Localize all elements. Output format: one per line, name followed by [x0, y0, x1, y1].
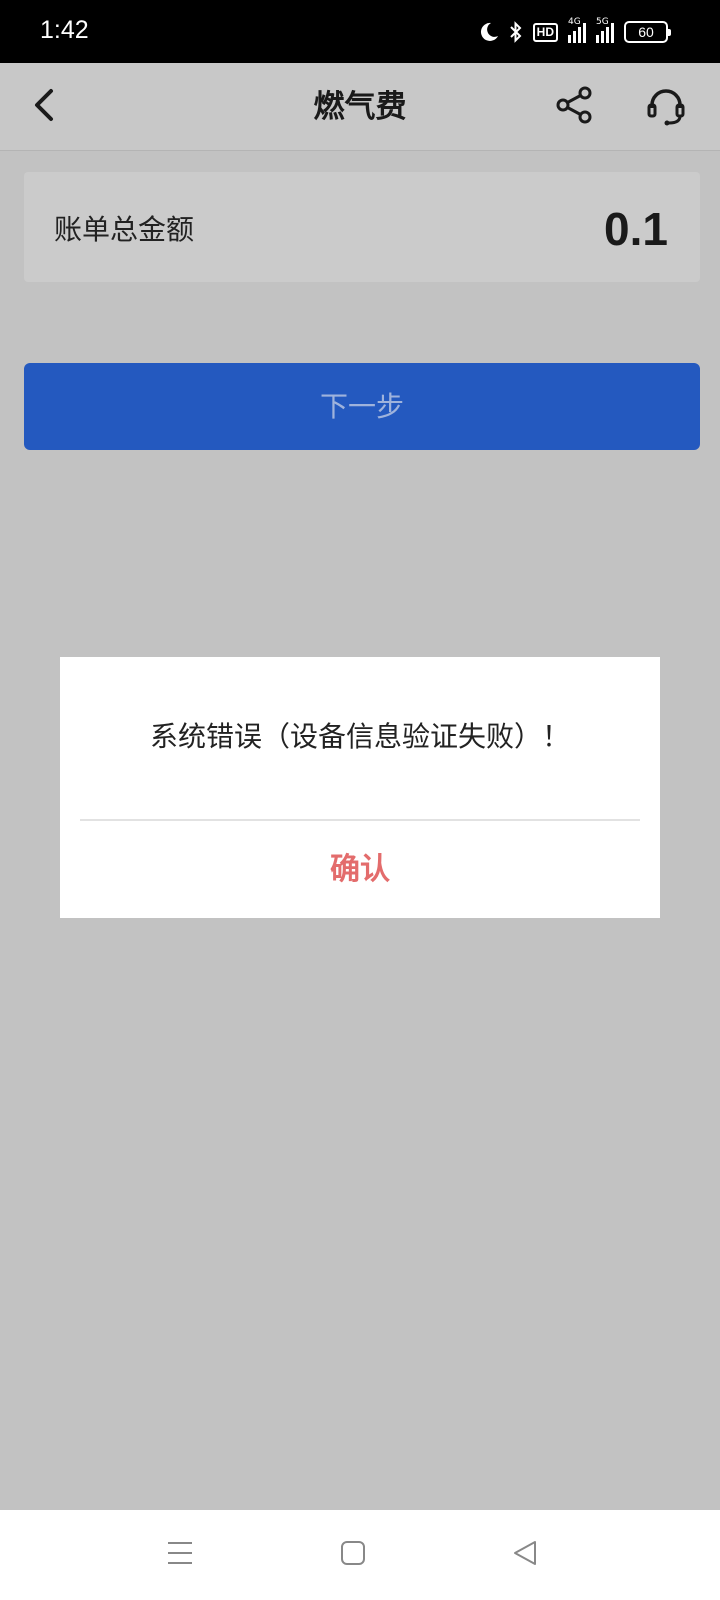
bill-total-card: 账单总金额 0.1 — [24, 172, 700, 282]
share-icon — [555, 85, 595, 129]
customer-service-button[interactable] — [642, 85, 690, 133]
signal-5g-label: 5G — [596, 17, 609, 27]
error-dialog: 系统错误（设备信息验证失败）！ 确认 — [60, 657, 660, 918]
system-back-button[interactable] — [505, 1535, 545, 1575]
app-bar: 燃气费 — [0, 63, 720, 151]
home-button[interactable] — [333, 1535, 373, 1575]
confirm-button[interactable]: 确认 — [60, 821, 660, 918]
bill-total-amount: 0.1 — [604, 203, 668, 255]
signal-5g-icon: 5G — [596, 17, 614, 43]
status-time: 1:42 — [40, 16, 89, 44]
headset-icon — [645, 86, 687, 132]
share-button[interactable] — [553, 85, 597, 129]
moon-icon — [479, 21, 499, 43]
home-icon — [340, 1540, 366, 1570]
back-triangle-icon — [512, 1540, 538, 1570]
dialog-message: 系统错误（设备信息验证失败）！ — [149, 720, 570, 753]
status-bar: 1:42 HD 4G 5G 60 — [0, 0, 720, 63]
signal-4g-icon: 4G — [568, 17, 586, 43]
bill-total-label: 账单总金额 — [54, 213, 195, 246]
status-icons: HD 4G 5G 60 — [479, 17, 671, 47]
recent-apps-button[interactable] — [160, 1535, 200, 1575]
next-step-button[interactable]: 下一步 — [24, 363, 700, 450]
hd-icon: HD — [532, 22, 558, 42]
page-title: 燃气费 — [313, 89, 407, 125]
bluetooth-icon — [509, 21, 523, 43]
menu-icon — [166, 1539, 194, 1571]
signal-4g-label: 4G — [568, 17, 581, 27]
system-nav-bar — [0, 1510, 720, 1600]
battery-icon: 60 — [624, 21, 671, 43]
